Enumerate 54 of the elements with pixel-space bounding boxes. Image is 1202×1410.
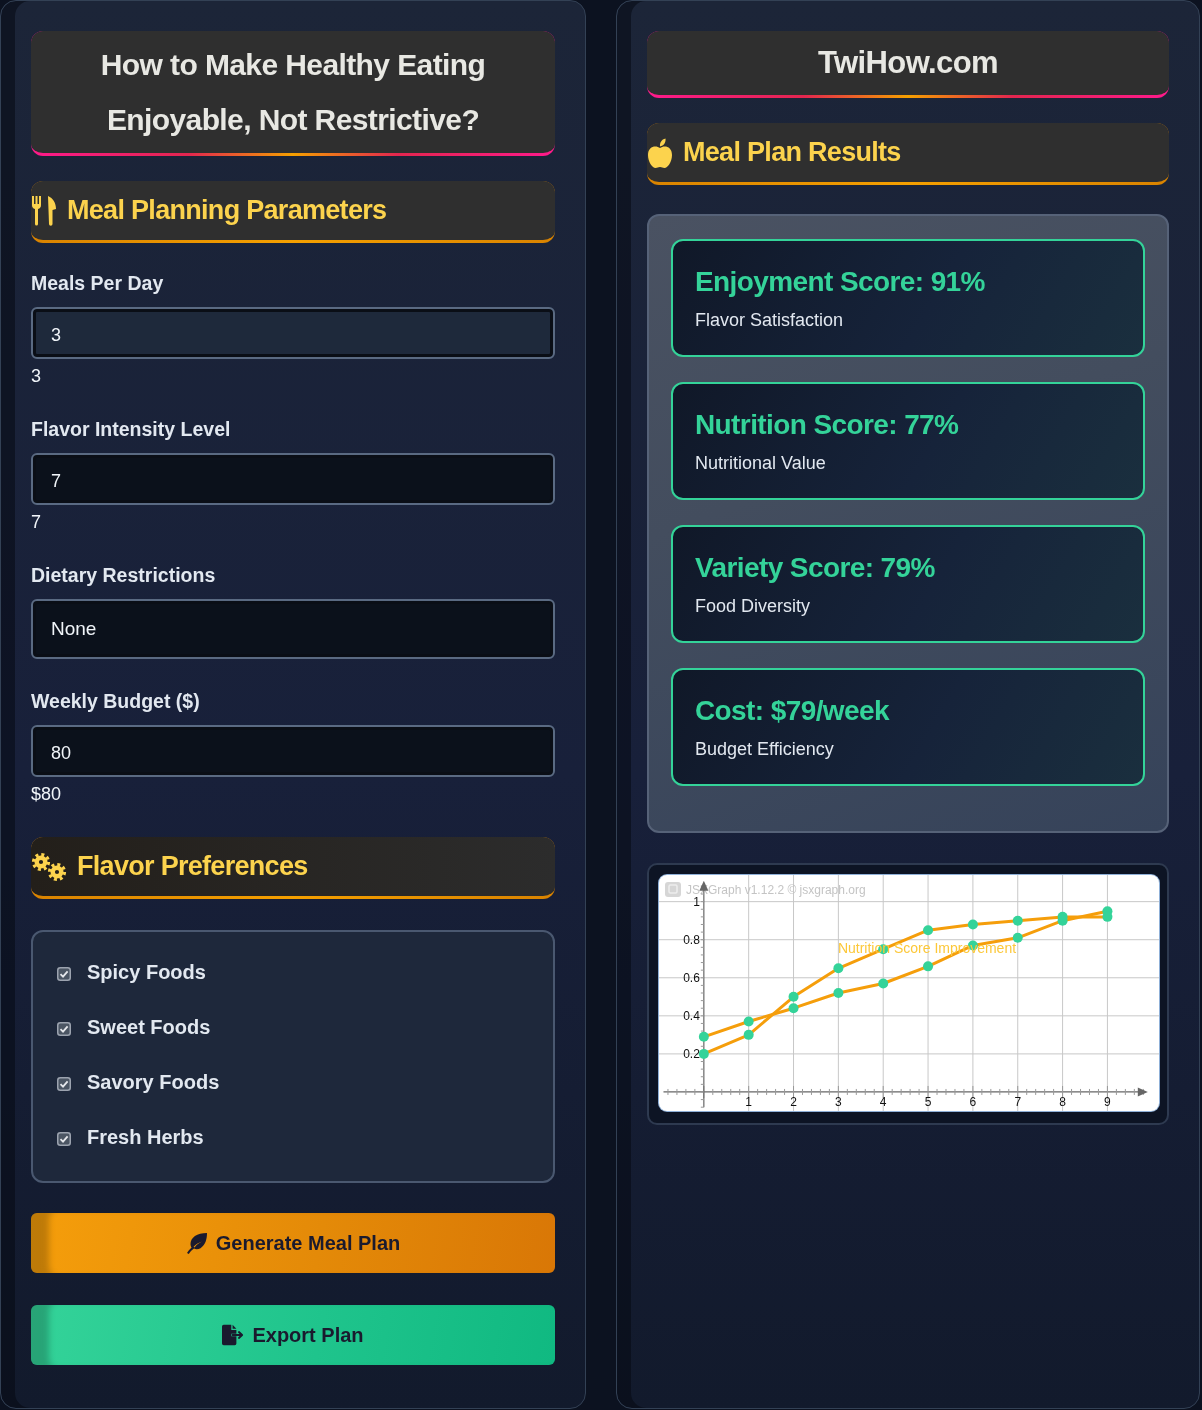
axis-tick-label: 2 xyxy=(790,1094,797,1109)
checkbox-label: Fresh Herbs xyxy=(87,1125,204,1149)
apple-icon xyxy=(647,137,673,168)
score-title: Cost: $79/week xyxy=(695,694,889,728)
section-title: Meal Plan Results xyxy=(683,137,901,168)
axis-tick-label: 1 xyxy=(745,1094,753,1109)
checkbox[interactable] xyxy=(57,1077,71,1091)
axis-tick-label: 0.4 xyxy=(683,1008,700,1023)
score-subtitle: Nutritional Value xyxy=(695,452,826,474)
checkbox-label: Savory Foods xyxy=(87,1070,220,1094)
leaf-icon xyxy=(185,1232,208,1254)
axis-tick-label: 7 xyxy=(1014,1094,1022,1109)
axis-tick-label: 6 xyxy=(969,1094,977,1109)
score-title: Variety Score: 79% xyxy=(695,551,935,585)
export-button[interactable]: Export Plan xyxy=(31,1305,555,1365)
axis-tick-label: 5 xyxy=(924,1094,932,1109)
axis-tick-label: 3 xyxy=(835,1094,842,1109)
checkbox[interactable] xyxy=(57,1132,71,1146)
axis-tick-label: 4 xyxy=(879,1094,887,1109)
axis-tick-label: 0.8 xyxy=(683,932,700,947)
axis-tick-label: 0.6 xyxy=(683,970,700,985)
field-label: Dietary Restrictions xyxy=(31,563,216,587)
number-field[interactable]: 7 xyxy=(31,453,555,505)
checkbox[interactable] xyxy=(57,967,71,981)
axis-tick-label: 9 xyxy=(1104,1094,1111,1109)
checkbox[interactable] xyxy=(57,1022,71,1036)
chart-logo-icon xyxy=(665,882,681,897)
score-title: Nutrition Score: 77% xyxy=(695,408,959,442)
utensils-icon xyxy=(31,195,57,226)
field-label: Weekly Budget ($) xyxy=(31,689,200,713)
site-brand: TwiHow.com xyxy=(818,45,998,81)
score-subtitle: Food Diversity xyxy=(695,595,811,617)
section-title: Meal Planning Parameters xyxy=(67,195,387,226)
field-label: Flavor Intensity Level xyxy=(31,417,231,441)
gears-icon xyxy=(31,851,67,882)
checkbox-label: Sweet Foods xyxy=(87,1015,211,1039)
value-reading: 3 xyxy=(31,365,41,387)
value-reading: $80 xyxy=(31,783,62,805)
axis-tick-label: 0.2 xyxy=(683,1046,700,1061)
axis-tick-label: 8 xyxy=(1059,1094,1066,1109)
checkbox-label: Spicy Foods xyxy=(87,960,206,984)
generate-button[interactable]: Generate Meal Plan xyxy=(31,1213,555,1273)
select-field[interactable]: None xyxy=(31,599,555,659)
score-subtitle: Flavor Satisfaction xyxy=(695,309,844,331)
number-field[interactable]: 3 xyxy=(31,307,555,359)
number-field[interactable]: 80 xyxy=(31,725,555,777)
file-export-icon xyxy=(222,1324,245,1346)
score-title: Enjoyment Score: 91% xyxy=(695,265,985,299)
score-subtitle: Budget Efficiency xyxy=(695,738,834,760)
section-title: Flavor Preferences xyxy=(77,851,308,882)
value-reading: 7 xyxy=(31,511,41,533)
axis-tick-label: 1 xyxy=(693,894,700,909)
page-title: How to Make Healthy Eating Enjoyable, Not Restrictive? xyxy=(99,47,487,138)
field-label: Meals Per Day xyxy=(31,271,164,295)
